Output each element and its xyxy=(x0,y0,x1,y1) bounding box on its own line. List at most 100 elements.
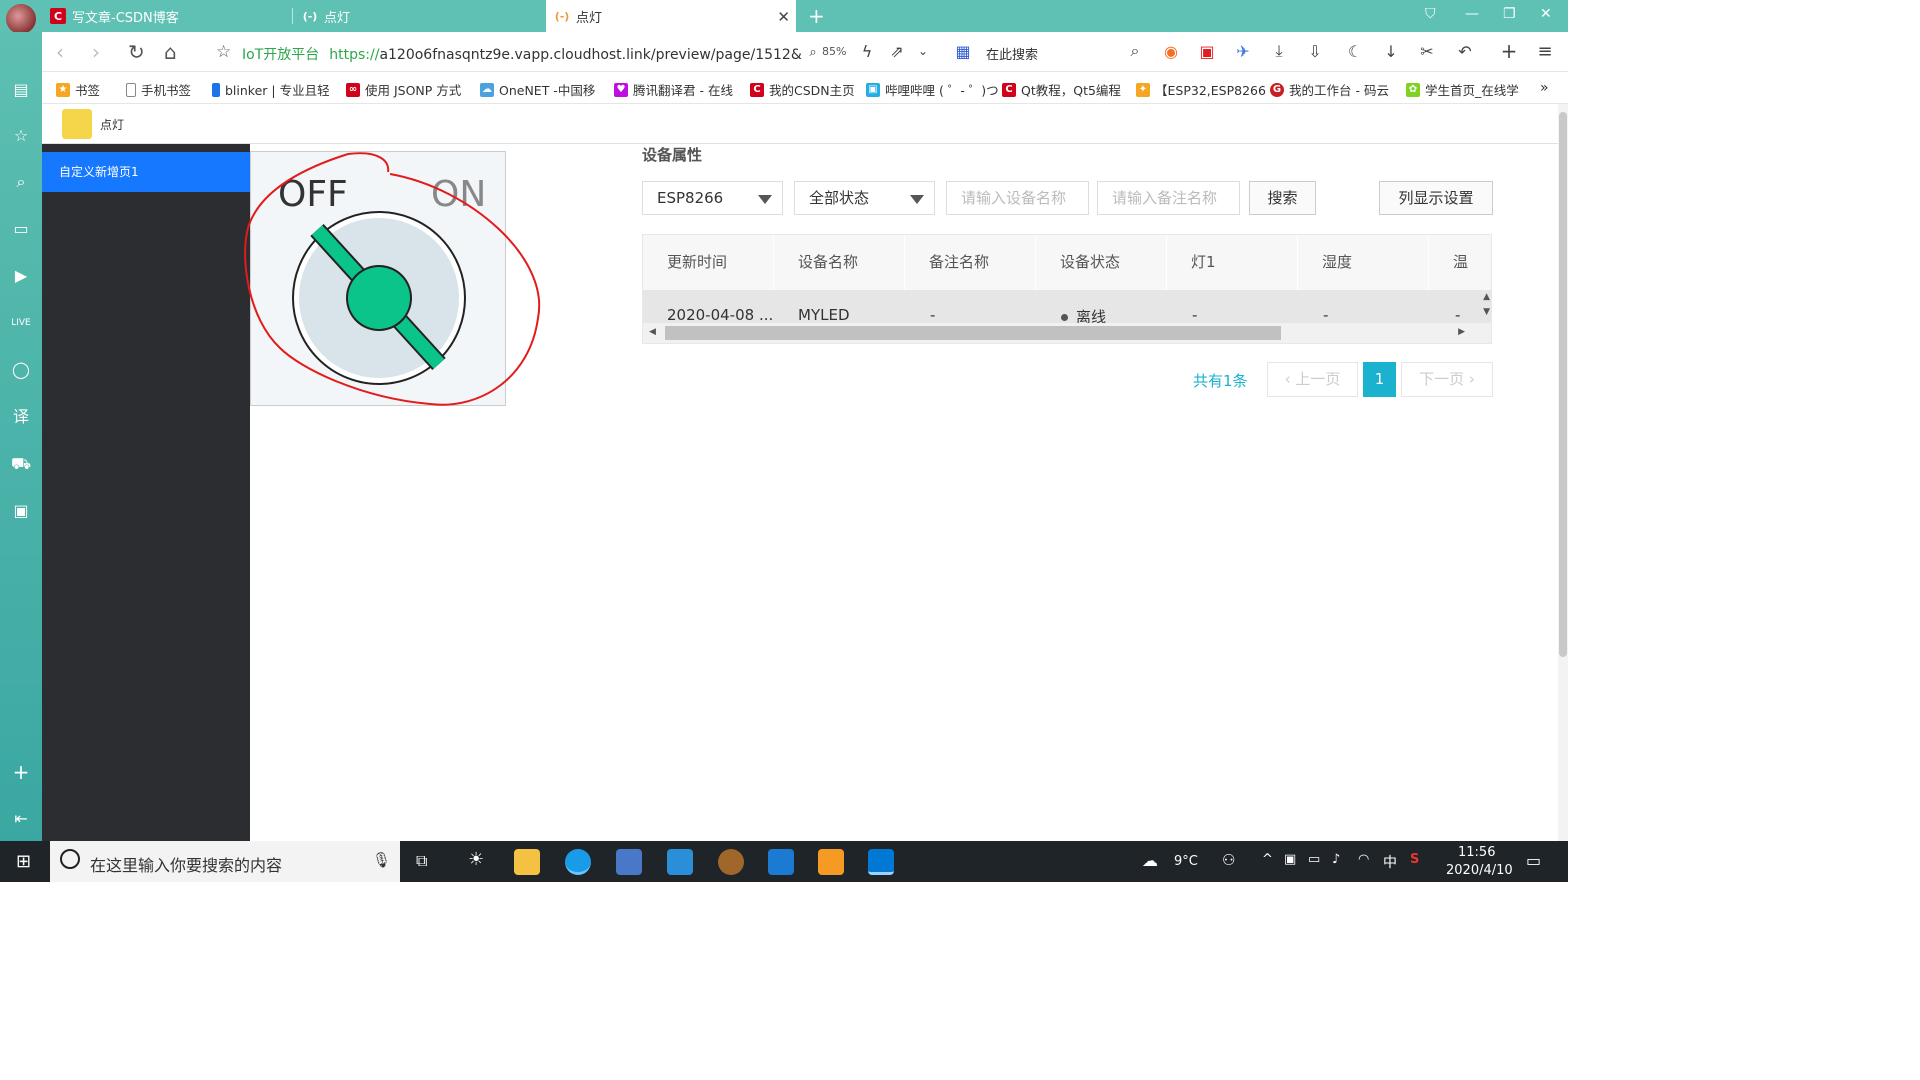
page-number-button[interactable]: 1 xyxy=(1363,362,1396,397)
news-icon[interactable]: ▤ xyxy=(11,80,31,100)
taskbar-search-input[interactable]: 在这里输入你要搜索的内容 xyxy=(90,852,282,876)
scroll-down-icon[interactable]: ▼ xyxy=(1483,307,1490,317)
close-window-icon[interactable]: ✕ xyxy=(1540,6,1552,22)
user-avatar[interactable] xyxy=(6,4,36,34)
game-icon[interactable]: ◉ xyxy=(1160,40,1182,62)
favorites-icon[interactable]: ☆ xyxy=(11,126,31,146)
restore-icon[interactable]: ❐ xyxy=(1503,6,1516,22)
scrollbar-thumb[interactable] xyxy=(1559,112,1567,657)
wifi-icon[interactable]: ◠ xyxy=(1358,852,1369,867)
url-field[interactable]: IoT开放平台 https://a120o6fnasqntz9e.vapp.clo… xyxy=(242,44,802,64)
zoom-level[interactable]: 85% xyxy=(822,45,846,58)
column-header[interactable]: 灯1 xyxy=(1167,235,1298,290)
tab-diandeng-1[interactable]: (-) 点灯 xyxy=(294,0,544,32)
downloads-icon[interactable]: ↓ xyxy=(1380,40,1402,62)
task-view-icon[interactable]: ⧉ xyxy=(416,851,427,871)
hexagon-app-icon[interactable] xyxy=(768,849,794,875)
volume-icon[interactable]: ♪ xyxy=(1332,852,1340,867)
bookmark-star-icon[interactable]: ☆ xyxy=(216,42,231,62)
ime-indicator[interactable]: 中 xyxy=(1383,852,1397,872)
more-bookmarks-icon[interactable]: » xyxy=(1540,80,1549,96)
search-icon[interactable]: ⌕ xyxy=(11,172,31,192)
toolbox-icon[interactable]: ▣ xyxy=(11,501,31,521)
search-icon[interactable]: ⌕ xyxy=(1124,40,1146,62)
column-header[interactable]: 更新时间 xyxy=(643,235,774,290)
search-button[interactable]: 搜索 xyxy=(1249,181,1316,215)
remark-name-input[interactable]: 请输入备注名称 xyxy=(1097,181,1240,215)
share-icon[interactable]: ⇗ xyxy=(886,40,908,62)
remote-desktop-icon[interactable] xyxy=(616,849,642,875)
scroll-right-icon[interactable]: ▶ xyxy=(1458,327,1465,337)
clock-date[interactable]: 2020/4/10 xyxy=(1446,863,1513,878)
ide-icon[interactable] xyxy=(818,849,844,875)
minimize-icon[interactable]: — xyxy=(1465,6,1479,22)
status-select[interactable]: 全部状态 xyxy=(794,181,935,215)
lightbulb-icon[interactable]: ☀ xyxy=(468,849,484,870)
tray-app-icon[interactable]: ▣ xyxy=(1284,852,1296,867)
zoom-icon[interactable]: ⌕ xyxy=(802,41,824,63)
vscode-icon[interactable] xyxy=(868,849,894,875)
bookmark-item[interactable]: blinker | 专业且轻 xyxy=(212,80,330,99)
tray-expand-icon[interactable]: ^ xyxy=(1262,852,1273,867)
bookmark-item[interactable]: C 我的CSDN主页 xyxy=(750,80,855,99)
lightning-icon[interactable]: ϟ xyxy=(856,40,878,62)
bookmark-item[interactable]: ★ 书签 xyxy=(56,80,100,99)
bookmark-item[interactable]: ♥ 腾讯翻译君 - 在线 xyxy=(614,80,733,99)
scroll-up-icon[interactable]: ▲ xyxy=(1483,292,1490,302)
column-header[interactable]: 温 xyxy=(1429,235,1491,290)
switch-widget[interactable]: OFF ON xyxy=(250,151,506,406)
menu-icon[interactable]: ≡ xyxy=(1534,40,1556,62)
download-box-icon[interactable]: ⇩ xyxy=(1304,40,1326,62)
chat-icon[interactable]: ◯ xyxy=(11,360,31,380)
bookmark-item[interactable]: C Qt教程，Qt5编程 xyxy=(1002,80,1121,99)
reader-icon[interactable]: ▭ xyxy=(11,219,31,239)
microphone-icon[interactable]: 🎙 xyxy=(372,851,391,869)
browser-task-icon[interactable] xyxy=(565,849,591,875)
column-header[interactable]: 设备状态 xyxy=(1036,235,1167,290)
bookmark-item[interactable]: ▣ 哔哩哔哩 ( ゜- ゜)つ xyxy=(866,80,999,99)
tab-csdn[interactable]: C 写文章-CSDN博客 xyxy=(42,0,292,32)
bookmark-item[interactable]: ✿ 学生首页_在线学 xyxy=(1406,80,1519,99)
download-icon[interactable]: ⤓ xyxy=(1268,40,1290,62)
nav-item-custom-page[interactable]: 自定义新增页1 xyxy=(42,152,250,192)
new-tab-button[interactable]: + xyxy=(800,0,830,32)
chevron-down-icon[interactable]: ⌄ xyxy=(912,40,934,62)
column-header[interactable]: 湿度 xyxy=(1298,235,1429,290)
screenshot-icon[interactable]: ✂ xyxy=(1416,40,1438,62)
baidu-icon[interactable]: ▦ xyxy=(952,40,974,62)
bookmark-item[interactable]: G 我的工作台 - 码云 xyxy=(1270,80,1389,99)
skin-icon[interactable]: ⛉ xyxy=(1425,6,1436,22)
fe-icon[interactable]: ▣ xyxy=(1196,40,1218,62)
product-select[interactable]: ESP8266 xyxy=(642,181,783,215)
table-row[interactable]: 2020-04-08 ... MYLED - 离线 - - - ▲ ▼ xyxy=(643,290,1491,323)
add-icon[interactable]: + xyxy=(1498,39,1520,63)
people-icon[interactable]: ⚇ xyxy=(1222,851,1235,869)
scrollbar-thumb[interactable] xyxy=(665,326,1281,340)
back-button[interactable]: ‹ xyxy=(56,40,64,64)
collapse-sidebar-icon[interactable]: ⇤ xyxy=(11,809,31,829)
forward-button[interactable]: › xyxy=(92,40,100,64)
device-name-input[interactable]: 请输入设备名称 xyxy=(946,181,1089,215)
night-mode-icon[interactable]: ☾ xyxy=(1344,40,1366,62)
network-icon[interactable] xyxy=(667,849,693,875)
column-settings-button[interactable]: 列显示设置 xyxy=(1379,181,1493,215)
tab-diandeng-active[interactable]: (-) 点灯 ✕ xyxy=(546,0,796,32)
sogou-icon[interactable]: S xyxy=(1410,852,1419,867)
windows-start-icon[interactable]: ⊞ xyxy=(16,851,31,872)
close-tab-icon[interactable]: ✕ xyxy=(777,8,790,26)
taskbar-search[interactable]: 在这里输入你要搜索的内容 🎙 xyxy=(50,841,400,882)
clock-time[interactable]: 11:56 xyxy=(1458,845,1495,860)
bookmark-item[interactable]: ☁ OneNET -中国移 xyxy=(480,80,595,99)
search-input[interactable]: 在此搜索 xyxy=(986,44,1038,63)
live-icon[interactable]: LIVE xyxy=(11,313,31,333)
bookmark-item[interactable]: ✦ 【ESP32,ESP8266 xyxy=(1136,80,1266,99)
scroll-left-icon[interactable]: ◀ xyxy=(649,327,656,337)
battery-icon[interactable]: ▭ xyxy=(1308,852,1320,867)
notification-icon[interactable]: ▭ xyxy=(1526,851,1541,870)
add-icon[interactable]: + xyxy=(11,762,31,782)
home-button[interactable]: ⌂ xyxy=(164,40,177,64)
bookmark-item[interactable]: ∞ 使用 JSONP 方式 xyxy=(346,80,461,99)
column-header[interactable]: 备注名称 xyxy=(905,235,1036,290)
next-page-button[interactable]: 下一页 › xyxy=(1401,362,1493,397)
file-explorer-icon[interactable] xyxy=(514,849,540,875)
